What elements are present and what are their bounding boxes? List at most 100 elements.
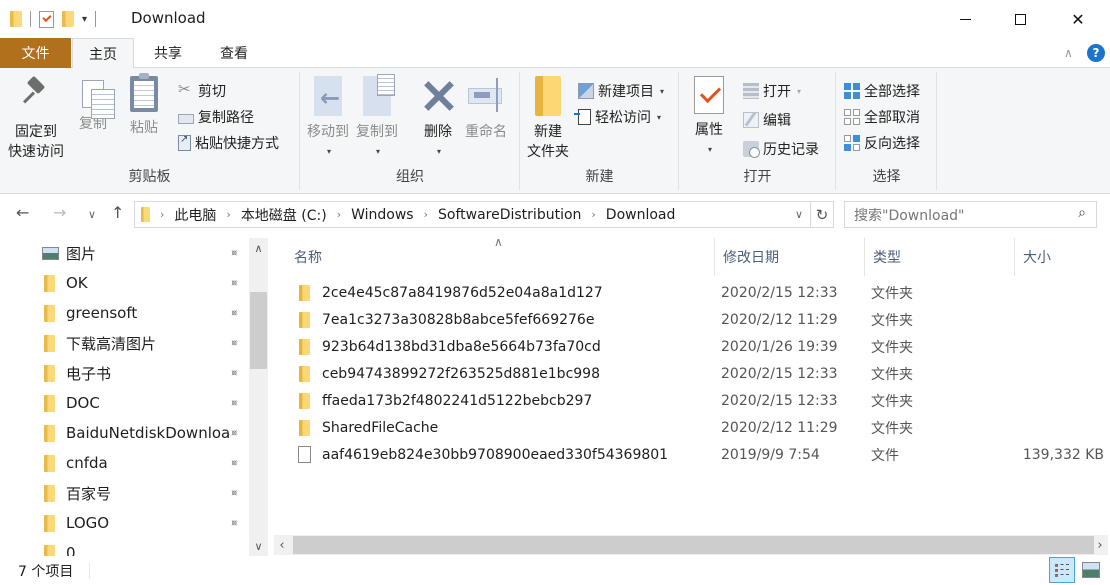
search-input[interactable]: 搜索"Download" ⌕ [844, 201, 1097, 228]
rename-label: 重命名 [465, 124, 507, 140]
history-button[interactable]: 历史记录 [743, 138, 819, 160]
breadcrumb-softwaredistribution[interactable]: SoftwareDistribution [438, 207, 581, 223]
file-row[interactable]: 7ea1c3273a30828b8abce5fef669276e 2020/2/1… [294, 306, 1104, 333]
scroll-right-button[interactable]: › [1092, 535, 1108, 555]
column-header-size[interactable]: 大小 [1014, 238, 1110, 276]
copy-button[interactable]: 复制 [79, 76, 115, 134]
breadcrumb-windows[interactable]: Windows [351, 207, 414, 223]
back-button[interactable]: ← [16, 203, 29, 222]
nav-item[interactable]: 图片 ⌖ [0, 238, 248, 268]
paste-shortcut-button[interactable]: 粘贴快捷方式 [178, 132, 279, 154]
pin-icon[interactable]: ⌖ [226, 245, 242, 261]
paste-button[interactable]: 粘贴 [130, 73, 158, 138]
open-button[interactable]: 打开 ▾ [743, 80, 801, 102]
help-icon[interactable]: ? [1087, 44, 1105, 62]
nav-item[interactable]: cnfda ⌖ [0, 448, 248, 478]
nav-item[interactable]: 百家号 ⌖ [0, 478, 248, 508]
pin-icon[interactable]: ⌖ [226, 365, 242, 381]
scroll-thumb[interactable] [250, 292, 267, 369]
folder-icon [299, 338, 310, 355]
file-row[interactable]: 2ce4e45c87a8419876d52e04a8a1d127 2020/2/1… [294, 279, 1104, 306]
tab-view[interactable]: 查看 [205, 38, 263, 68]
properties-button[interactable]: 属性 ▾ [694, 76, 724, 160]
maximize-button[interactable] [997, 0, 1043, 38]
pin-icon[interactable]: ⌖ [226, 515, 242, 531]
breadcrumb-local-disk[interactable]: 本地磁盘 (C:) [241, 205, 327, 225]
move-to-button[interactable]: 移动到 ▾ [307, 76, 349, 162]
column-header-name[interactable]: 名称 [286, 238, 714, 276]
address-bar[interactable]: › 此电脑 › 本地磁盘 (C:) › Windows › SoftwareDi… [134, 201, 811, 228]
file-row[interactable]: aaf4619eb824e30bb9708900eaed330f54369801… [294, 441, 1104, 468]
nav-item[interactable]: LOGO ⌖ [0, 508, 248, 538]
address-dropdown-button[interactable]: ∨ [788, 202, 810, 227]
scroll-up-button[interactable]: ∧ [249, 238, 268, 258]
scroll-left-button[interactable]: ‹ [274, 535, 290, 555]
breadcrumb-separator[interactable]: › [226, 208, 230, 221]
open-label: 打开 [763, 84, 791, 100]
up-button[interactable]: ↑ [111, 203, 124, 222]
customize-qat-button[interactable]: ▾ [82, 14, 87, 25]
breadcrumb-download[interactable]: Download [606, 207, 676, 223]
nav-item[interactable]: DOC ⌖ [0, 388, 248, 418]
column-header-type[interactable]: 类型 [864, 238, 1014, 276]
folder-icon [44, 514, 55, 532]
nav-item[interactable]: 电子书 ⌖ [0, 358, 248, 388]
breadcrumb-separator[interactable]: › [160, 208, 164, 221]
nav-item[interactable]: OK ⌖ [0, 268, 248, 298]
forward-button[interactable]: → [53, 203, 66, 222]
scroll-thumb[interactable] [293, 536, 1094, 554]
pin-icon[interactable]: ⌖ [226, 485, 242, 501]
collapse-ribbon-icon[interactable]: ∧ [1064, 46, 1073, 60]
pin-icon[interactable]: ⌖ [226, 395, 242, 411]
cut-button[interactable]: 剪切 [178, 80, 226, 102]
select-none-button[interactable]: 全部取消 [844, 106, 920, 128]
copy-to-button[interactable]: 复制到 ▾ [356, 74, 398, 162]
file-list-horizontal-scrollbar[interactable]: ‹ › [274, 535, 1108, 555]
large-icons-view-button[interactable] [1082, 562, 1100, 578]
breadcrumb-separator[interactable]: › [591, 208, 595, 221]
file-row[interactable]: 923b64d138bd31dba8e5664b73fa70cd 2020/1/2… [294, 333, 1104, 360]
nav-item[interactable]: greensoft ⌖ [0, 298, 248, 328]
properties-icon[interactable] [39, 10, 54, 28]
breadcrumb-separator[interactable]: › [424, 208, 428, 221]
nav-item[interactable]: 0 [0, 538, 248, 558]
maximize-icon [1014, 13, 1026, 25]
nav-pane-scrollbar[interactable]: ∧ ∨ [249, 238, 268, 556]
scroll-down-button[interactable]: ∨ [249, 536, 268, 556]
folder-icon [299, 419, 310, 436]
pin-icon[interactable]: ⌖ [226, 275, 242, 291]
nav-item[interactable]: 下载高清图片 ⌖ [0, 328, 248, 358]
pin-icon[interactable]: ⌖ [226, 455, 242, 471]
invert-selection-button[interactable]: 反向选择 [844, 132, 920, 154]
search-icon[interactable]: ⌕ [1078, 205, 1086, 221]
tab-share[interactable]: 共享 [139, 38, 197, 68]
delete-button[interactable]: 删除 ▾ [420, 76, 456, 162]
edit-button[interactable]: 编辑 [743, 109, 791, 131]
pin-icon[interactable]: ⌖ [226, 335, 242, 351]
breadcrumb-this-pc[interactable]: 此电脑 [174, 205, 216, 225]
file-row[interactable]: ceb94743899272f263525d881e1bc998 2020/2/1… [294, 360, 1104, 387]
tab-home[interactable]: 主页 [72, 38, 134, 69]
new-folder-icon[interactable] [62, 11, 74, 27]
refresh-button[interactable]: ↻ [811, 201, 834, 228]
new-folder-button[interactable]: 新建 文件夹 [527, 76, 569, 162]
new-item-button[interactable]: 新建项目 ▾ [578, 80, 664, 102]
rename-button[interactable]: 重命名 [465, 76, 507, 142]
nav-item[interactable]: BaiduNetdiskDownload ⌖ [0, 418, 248, 448]
pin-to-quick-access-button[interactable]: 固定到 快速访问 [8, 76, 64, 162]
details-view-button[interactable] [1049, 557, 1075, 583]
close-button[interactable]: ✕ [1055, 0, 1101, 38]
tab-file[interactable]: 文件 [0, 38, 71, 68]
file-row[interactable]: ffaeda173b2f4802241d5122bebcb297 2020/2/1… [294, 387, 1104, 414]
file-name: ffaeda173b2f4802241d5122bebcb297 [322, 392, 593, 409]
file-row[interactable]: SharedFileCache 2020/2/12 11:29 文件夹 [294, 414, 1104, 441]
copy-path-button[interactable]: 复制路径 [178, 106, 254, 128]
select-all-button[interactable]: 全部选择 [844, 80, 920, 102]
easy-access-button[interactable]: 轻松访问 ▾ [574, 106, 661, 128]
pin-icon[interactable]: ⌖ [226, 305, 242, 321]
column-header-date[interactable]: 修改日期 [714, 238, 864, 276]
recent-locations-button[interactable]: ∨ [88, 208, 96, 221]
breadcrumb-separator[interactable]: › [337, 208, 341, 221]
edit-icon [743, 112, 759, 128]
minimize-button[interactable] [942, 0, 988, 38]
